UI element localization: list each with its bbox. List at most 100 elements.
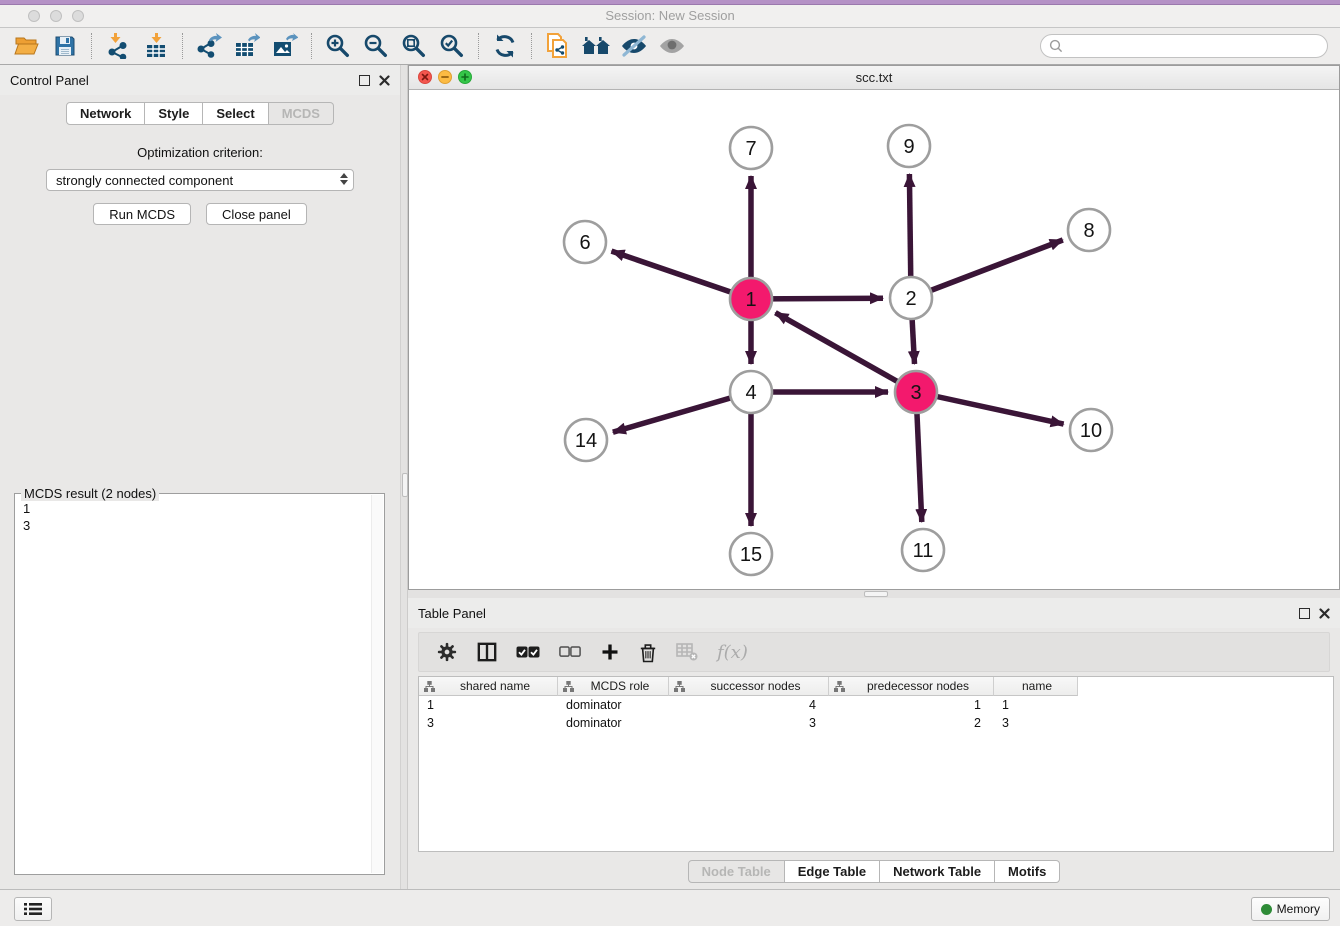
edge-3-10[interactable]	[916, 392, 1064, 424]
close-panel-icon[interactable]	[379, 75, 390, 86]
tab-node-table[interactable]: Node Table	[688, 860, 785, 883]
zoom-out-icon[interactable]	[357, 31, 395, 61]
table-tab-bar: Node TableEdge TableNetwork TableMotifs	[408, 860, 1340, 883]
cell-predecessor-nodes[interactable]: 1	[829, 696, 994, 714]
network-canvas[interactable]: 1 2 3 4 6 7 8 9 10 11 14 15	[409, 90, 1339, 589]
maximize-view-button[interactable]	[458, 70, 472, 84]
table-panel-header: Table Panel	[408, 598, 1340, 628]
node-10[interactable]: 10	[1070, 409, 1112, 451]
edge-3-1[interactable]	[775, 313, 916, 392]
cell-successor-nodes[interactable]: 3	[669, 714, 829, 732]
cell-shared-name[interactable]: 3	[419, 714, 558, 732]
status-bar: Memory	[0, 889, 1340, 926]
zoom-fit-icon[interactable]	[395, 31, 433, 61]
column-header-shared-name[interactable]: shared name	[419, 677, 558, 696]
cell-mcds-role[interactable]: dominator	[558, 714, 669, 732]
network-window-titlebar: scc.txt	[409, 66, 1339, 90]
table-toolbar: f(x)	[418, 632, 1330, 672]
toolbar-separator	[478, 33, 479, 59]
float-panel-icon[interactable]	[359, 75, 370, 86]
save-session-icon[interactable]	[46, 31, 84, 61]
tab-motifs[interactable]: Motifs	[995, 860, 1060, 883]
column-header-predecessor-nodes[interactable]: predecessor nodes	[829, 677, 994, 696]
node-label-1: 1	[745, 289, 756, 311]
control-panel: Control Panel NetworkStyleSelectMCDS Opt…	[0, 65, 400, 890]
table-row[interactable]: 3dominator323	[419, 714, 1333, 732]
show-all-icon[interactable]	[653, 31, 691, 61]
node-9[interactable]: 9	[888, 125, 930, 167]
column-header-mcds-role[interactable]: MCDS role	[558, 677, 669, 696]
zoom-selected-icon[interactable]	[433, 31, 471, 61]
vertical-splitter[interactable]	[400, 65, 408, 890]
task-history-button[interactable]	[14, 897, 52, 921]
cell-name[interactable]: 1	[994, 696, 1078, 714]
tab-network-table[interactable]: Network Table	[880, 860, 995, 883]
cell-mcds-role[interactable]: dominator	[558, 696, 669, 714]
tab-select[interactable]: Select	[203, 102, 268, 125]
control-panel-tab-bar: NetworkStyleSelectMCDS	[0, 102, 400, 125]
node-11[interactable]: 11	[902, 529, 944, 571]
node-label-11: 11	[913, 540, 934, 562]
show-columns-icon[interactable]	[477, 642, 497, 662]
horizontal-splitter[interactable]	[408, 590, 1340, 598]
node-1[interactable]: 1	[730, 278, 772, 320]
cell-shared-name[interactable]: 1	[419, 696, 558, 714]
tab-mcds[interactable]: MCDS	[269, 102, 334, 125]
deselect-all-rows-icon[interactable]	[559, 646, 581, 658]
edge-2-8[interactable]	[911, 240, 1063, 298]
column-header-successor-nodes[interactable]: successor nodes	[669, 677, 829, 696]
table-row[interactable]: 1dominator411	[419, 696, 1333, 714]
node-table[interactable]: shared nameMCDS role successor nodesprede…	[418, 676, 1334, 852]
add-column-icon[interactable]	[600, 642, 620, 662]
refresh-view-icon[interactable]	[486, 31, 524, 61]
select-all-rows-icon[interactable]	[516, 646, 540, 659]
toolbar-separator	[531, 33, 532, 59]
criterion-dropdown[interactable]: strongly connected component	[46, 169, 354, 191]
search-icon	[1049, 39, 1063, 53]
result-scrollbar[interactable]	[371, 495, 383, 873]
close-view-button[interactable]	[418, 70, 432, 84]
mcds-result-title: MCDS result (2 nodes)	[21, 486, 159, 501]
close-table-panel-icon[interactable]	[1319, 608, 1330, 619]
node-7[interactable]: 7	[730, 127, 772, 169]
open-file-icon[interactable]	[8, 31, 46, 61]
column-header-label: successor nodes	[685, 679, 826, 693]
node-14[interactable]: 14	[565, 419, 607, 461]
new-network-from-selection-icon[interactable]	[539, 31, 577, 61]
import-table-icon[interactable]	[137, 31, 175, 61]
optimization-criterion-label: Optimization criterion:	[0, 145, 400, 160]
minimize-view-button[interactable]	[438, 70, 452, 84]
cell-successor-nodes[interactable]: 4	[669, 696, 829, 714]
table-body: 1dominator4113dominator323	[419, 696, 1333, 732]
run-mcds-button[interactable]: Run MCDS	[93, 203, 191, 225]
import-network-icon[interactable]	[99, 31, 137, 61]
zoom-in-icon[interactable]	[319, 31, 357, 61]
home-layout-icon[interactable]	[577, 31, 615, 61]
tab-style[interactable]: Style	[145, 102, 203, 125]
cell-name[interactable]: 3	[994, 714, 1078, 732]
delete-column-icon[interactable]	[639, 642, 657, 663]
table-options-icon[interactable]	[436, 641, 458, 663]
node-2[interactable]: 2	[890, 277, 932, 319]
node-8[interactable]: 8	[1068, 209, 1110, 251]
mcds-result-node: 3	[23, 517, 376, 534]
node-4[interactable]: 4	[730, 371, 772, 413]
memory-status-icon	[1261, 904, 1272, 915]
search-field[interactable]	[1040, 34, 1328, 58]
hide-selected-icon[interactable]	[615, 31, 653, 61]
memory-button[interactable]: Memory	[1251, 897, 1330, 921]
export-table-icon[interactable]	[228, 31, 266, 61]
horizontal-splitter-handle[interactable]	[864, 591, 888, 597]
float-table-panel-icon[interactable]	[1299, 608, 1310, 619]
export-image-icon[interactable]	[266, 31, 304, 61]
node-15[interactable]: 15	[730, 533, 772, 575]
tab-network[interactable]: Network	[66, 102, 145, 125]
node-6[interactable]: 6	[564, 221, 606, 263]
close-panel-button[interactable]: Close panel	[206, 203, 307, 225]
cell-predecessor-nodes[interactable]: 2	[829, 714, 994, 732]
export-network-icon[interactable]	[190, 31, 228, 61]
column-header-name[interactable]: name	[994, 677, 1078, 696]
node-3[interactable]: 3	[895, 371, 937, 413]
tab-edge-table[interactable]: Edge Table	[785, 860, 880, 883]
search-input[interactable]	[1068, 36, 1327, 56]
